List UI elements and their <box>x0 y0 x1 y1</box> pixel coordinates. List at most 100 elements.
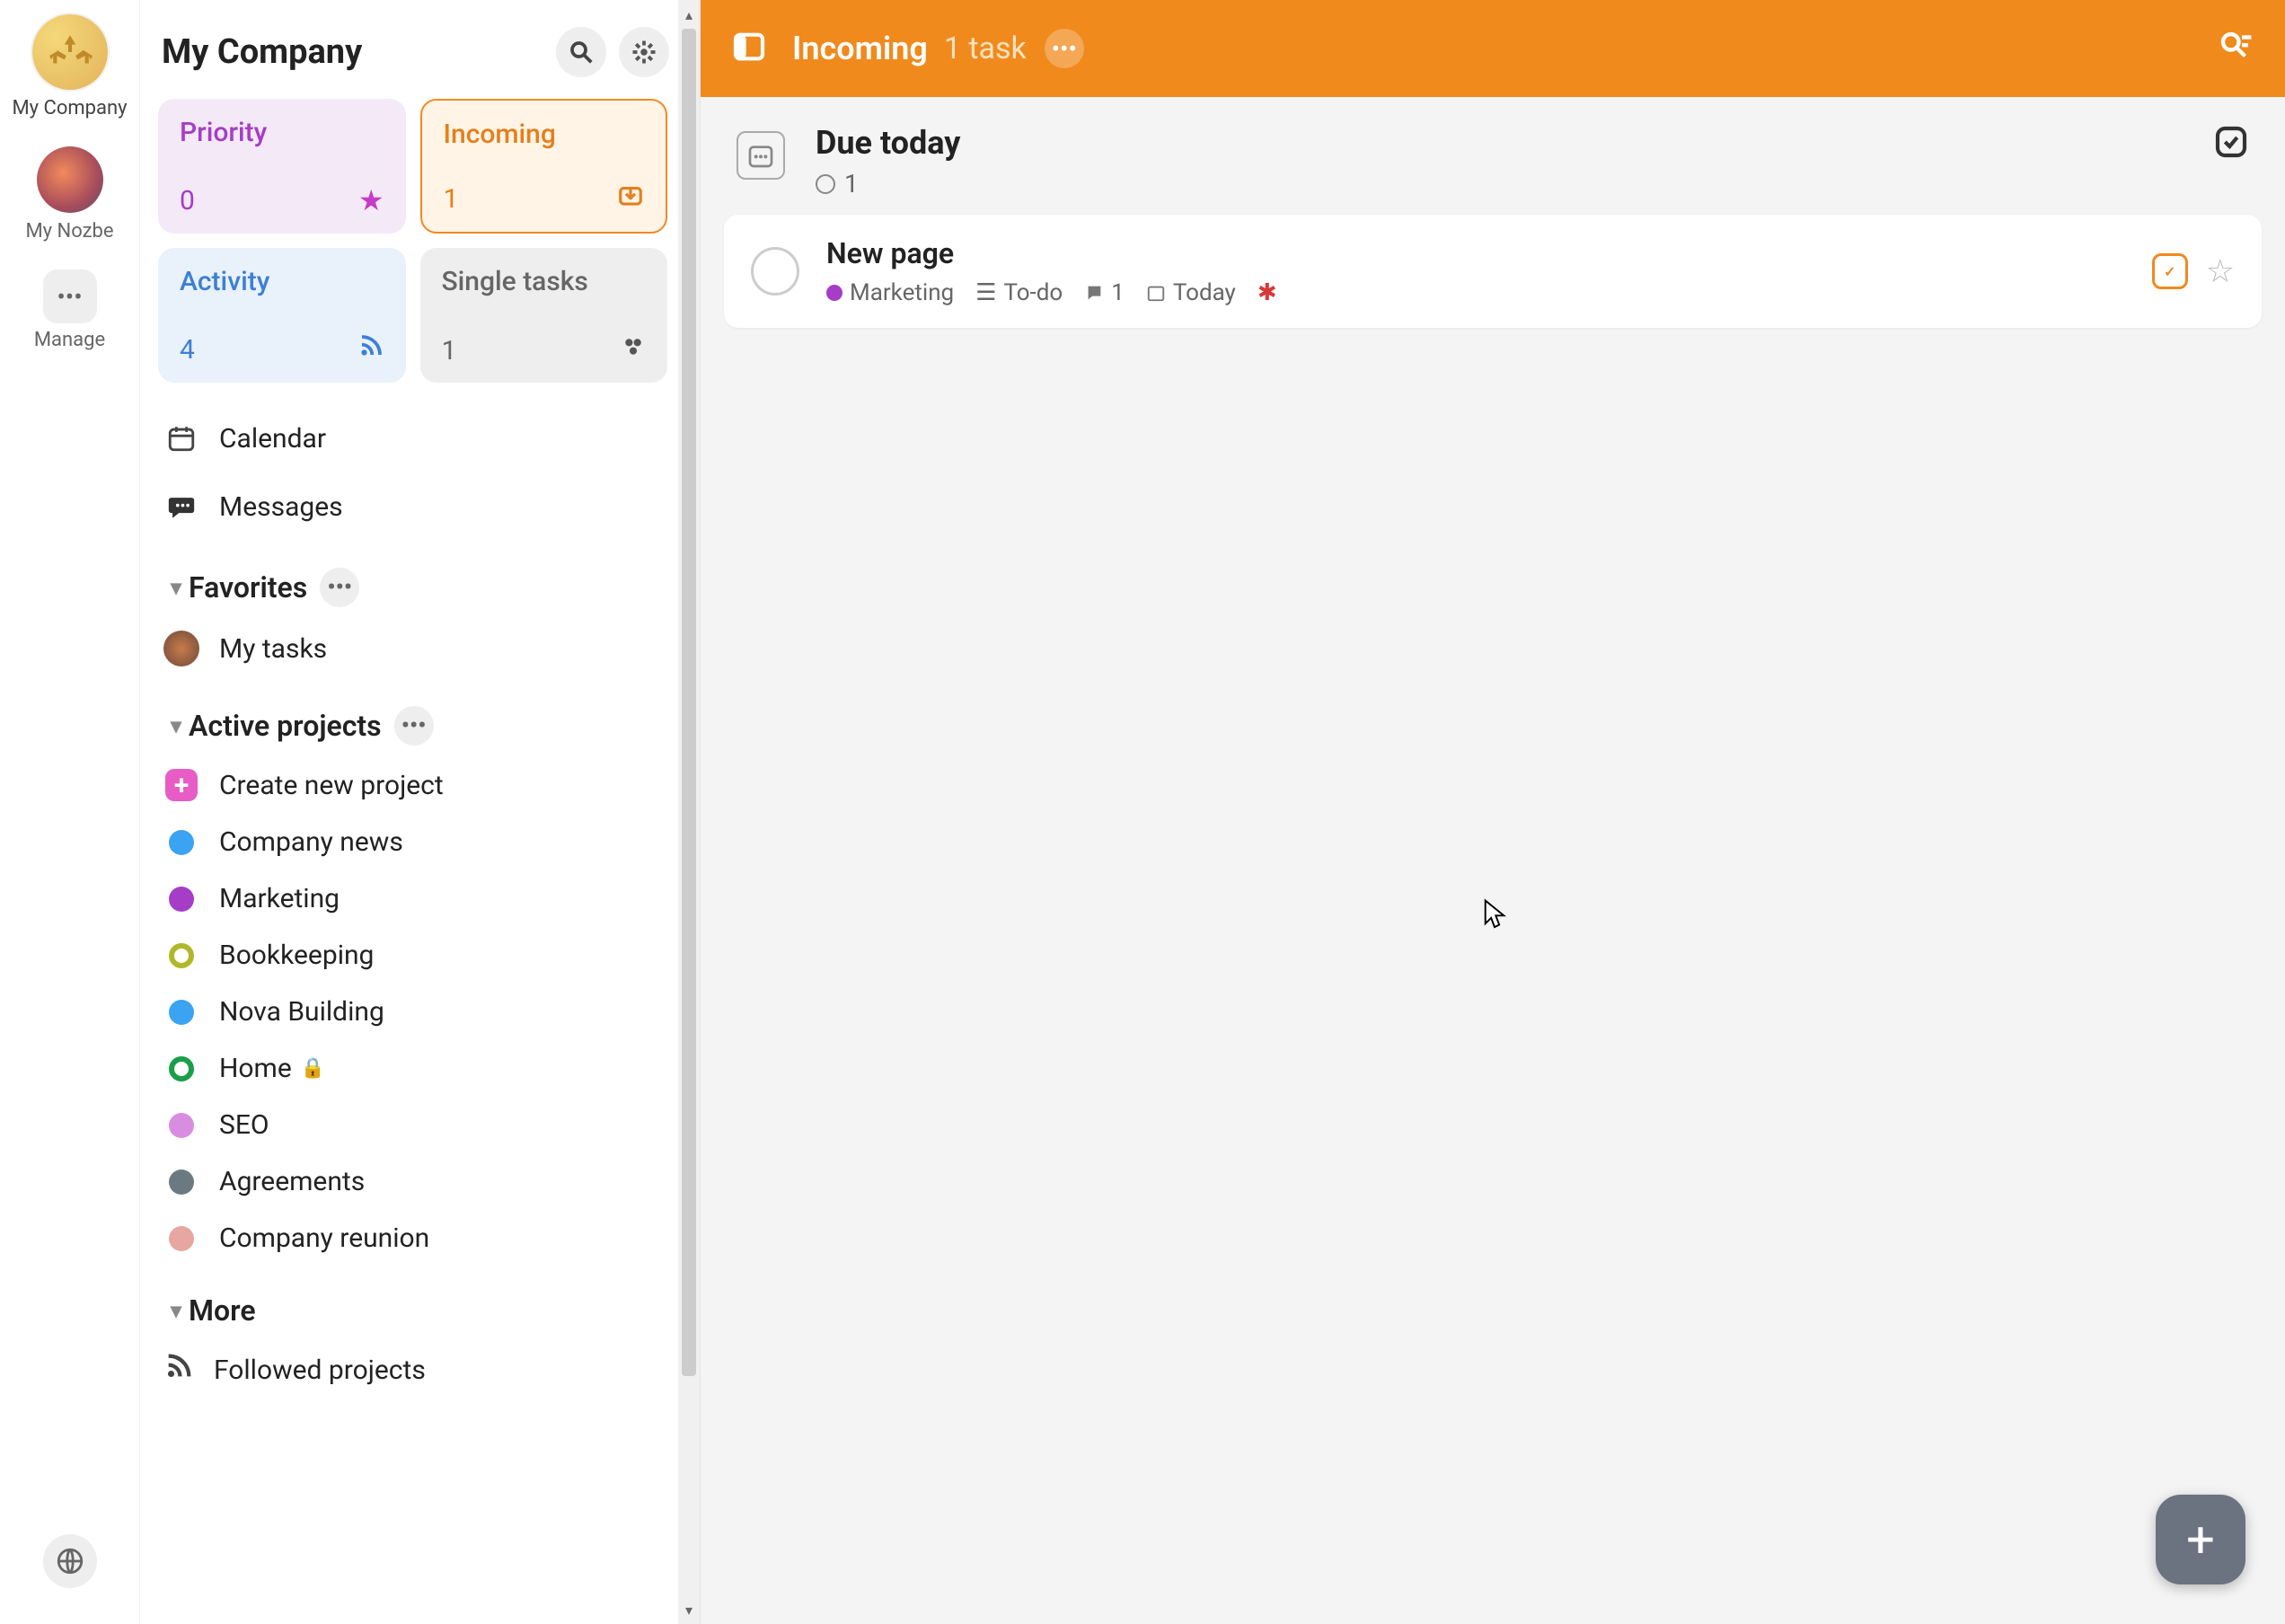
more-header-label: More <box>189 1293 256 1328</box>
topbar-menu-button[interactable]: ••• <box>1045 29 1084 68</box>
project-item[interactable]: Agreements <box>158 1153 667 1210</box>
inbox-icon <box>617 181 644 216</box>
sidebar-nav: Calendar Messages ▾ Favorites ••• My tas… <box>140 383 700 1401</box>
task-comments: 1 <box>1111 279 1125 306</box>
favorite-mytasks[interactable]: My tasks <box>158 618 667 679</box>
project-item[interactable]: Marketing <box>158 870 667 927</box>
project-item[interactable]: Home 🔒 <box>158 1040 667 1097</box>
caret-down-icon: ▾ <box>171 1298 181 1323</box>
project-item-label: Nova Building <box>219 996 384 1028</box>
project-color-dot <box>169 1226 194 1251</box>
project-color-dot <box>169 943 194 968</box>
project-item[interactable]: Bookkeeping <box>158 927 667 984</box>
plus-icon: + <box>165 769 198 801</box>
project-item-label: Company reunion <box>219 1222 429 1254</box>
user-avatar-icon <box>163 631 199 666</box>
manage-button[interactable]: ••• <box>43 269 97 323</box>
panel-icon <box>731 29 767 65</box>
personal-label: My Nozbe <box>25 220 113 243</box>
followed-projects[interactable]: Followed projects <box>158 1338 667 1401</box>
favorites-header[interactable]: ▾ Favorites ••• <box>158 541 667 618</box>
activity-card[interactable]: Activity 4 <box>158 248 406 383</box>
create-project-button[interactable]: + Create new project <box>158 756 667 814</box>
project-item-label: Agreements <box>219 1166 365 1197</box>
date-icon <box>1146 283 1166 303</box>
workspace-avatar[interactable] <box>32 14 108 90</box>
task-title: New page <box>826 236 2152 270</box>
calendar-icon <box>162 419 201 458</box>
due-calendar-icon <box>737 131 785 180</box>
project-item[interactable]: Nova Building <box>158 984 667 1040</box>
project-color-dot <box>826 285 843 301</box>
rss-icon <box>357 332 384 366</box>
incoming-card-count: 1 <box>444 183 459 215</box>
topbar-subtitle: 1 task <box>944 31 1027 66</box>
nav-calendar[interactable]: Calendar <box>158 404 667 472</box>
workspace-label: My Company <box>12 97 127 119</box>
project-item-label: Bookkeeping <box>219 940 374 971</box>
incoming-card[interactable]: Incoming 1 <box>420 99 668 234</box>
globe-button[interactable] <box>43 1534 97 1588</box>
priority-card-count: 0 <box>180 185 195 216</box>
due-today-count: 1 <box>816 169 2213 199</box>
activity-card-title: Activity <box>180 266 384 297</box>
more-header[interactable]: ▾ More <box>158 1267 667 1338</box>
star-icon: ★ <box>358 183 384 217</box>
rss-icon <box>163 1351 194 1389</box>
sidebar: ▴ ▾ My Company Priority 0 ★ Incoming 1 <box>140 0 701 1624</box>
nav-messages-label: Messages <box>219 491 343 523</box>
task-row[interactable]: New page Marketing ☰To-do 1 Today ✱ ✓ ☆ <box>724 215 2262 328</box>
project-item[interactable]: SEO <box>158 1097 667 1153</box>
filter-button[interactable] <box>2217 28 2254 69</box>
lock-icon: 🔒 <box>301 1057 325 1080</box>
active-projects-menu-button[interactable]: ••• <box>394 706 434 746</box>
search-button[interactable] <box>556 27 606 77</box>
task-checkbox[interactable] <box>751 247 799 296</box>
people-icon <box>48 30 93 75</box>
sidebar-header: My Company <box>140 0 700 99</box>
personal-avatar[interactable] <box>37 146 103 213</box>
priority-card[interactable]: Priority 0 ★ <box>158 99 406 234</box>
comment-icon <box>1084 283 1104 303</box>
project-item[interactable]: Company reunion <box>158 1210 667 1267</box>
circle-icon <box>816 174 835 194</box>
add-task-fab[interactable]: + <box>2156 1495 2245 1584</box>
due-today-section: Due today 1 <box>701 97 2285 215</box>
toggle-sidebar-button[interactable] <box>731 29 767 68</box>
task-quick-complete[interactable]: ✓ <box>2152 253 2188 289</box>
settings-button[interactable] <box>619 27 669 77</box>
task-meta: Marketing ☰To-do 1 Today ✱ <box>826 279 2152 306</box>
project-color-dot <box>169 830 194 855</box>
gear-icon <box>631 39 657 66</box>
singletasks-card-count: 1 <box>442 335 457 366</box>
filter-icon <box>2217 28 2254 66</box>
project-color-dot <box>169 1113 194 1138</box>
scroll-down-arrow[interactable]: ▾ <box>678 1599 700 1620</box>
task-due: Today <box>1173 279 1236 306</box>
task-star-button[interactable]: ☆ <box>2206 252 2235 290</box>
project-item-label: Marketing <box>219 883 340 914</box>
favorites-header-label: Favorites <box>189 570 307 605</box>
project-color-dot <box>169 887 194 912</box>
favorites-menu-button[interactable]: ••• <box>320 568 359 607</box>
followed-projects-label: Followed projects <box>214 1355 426 1386</box>
manage-label: Manage <box>34 329 105 351</box>
task-section: To-do <box>1003 279 1063 306</box>
project-color-dot <box>169 1169 194 1195</box>
active-projects-header[interactable]: ▾ Active projects ••• <box>158 679 667 756</box>
singletasks-card[interactable]: Single tasks 1 <box>420 248 668 383</box>
project-item-label: Home <box>219 1053 292 1084</box>
mouse-cursor <box>1482 898 1507 934</box>
scroll-up-arrow[interactable]: ▴ <box>678 4 700 25</box>
nav-calendar-label: Calendar <box>219 423 326 455</box>
project-item[interactable]: Company news <box>158 814 667 870</box>
overview-cards: Priority 0 ★ Incoming 1 Activity 4 <box>140 99 700 383</box>
complete-all-button[interactable] <box>2213 124 2249 163</box>
sidebar-scrollbar[interactable]: ▴ ▾ <box>678 0 700 1624</box>
priority-flag-icon: ✱ <box>1257 279 1277 306</box>
scrollbar-thumb[interactable] <box>682 29 696 1376</box>
caret-down-icon: ▾ <box>171 713 181 738</box>
create-project-label: Create new project <box>219 770 444 801</box>
sidebar-title: My Company <box>162 32 543 72</box>
nav-messages[interactable]: Messages <box>158 472 667 541</box>
